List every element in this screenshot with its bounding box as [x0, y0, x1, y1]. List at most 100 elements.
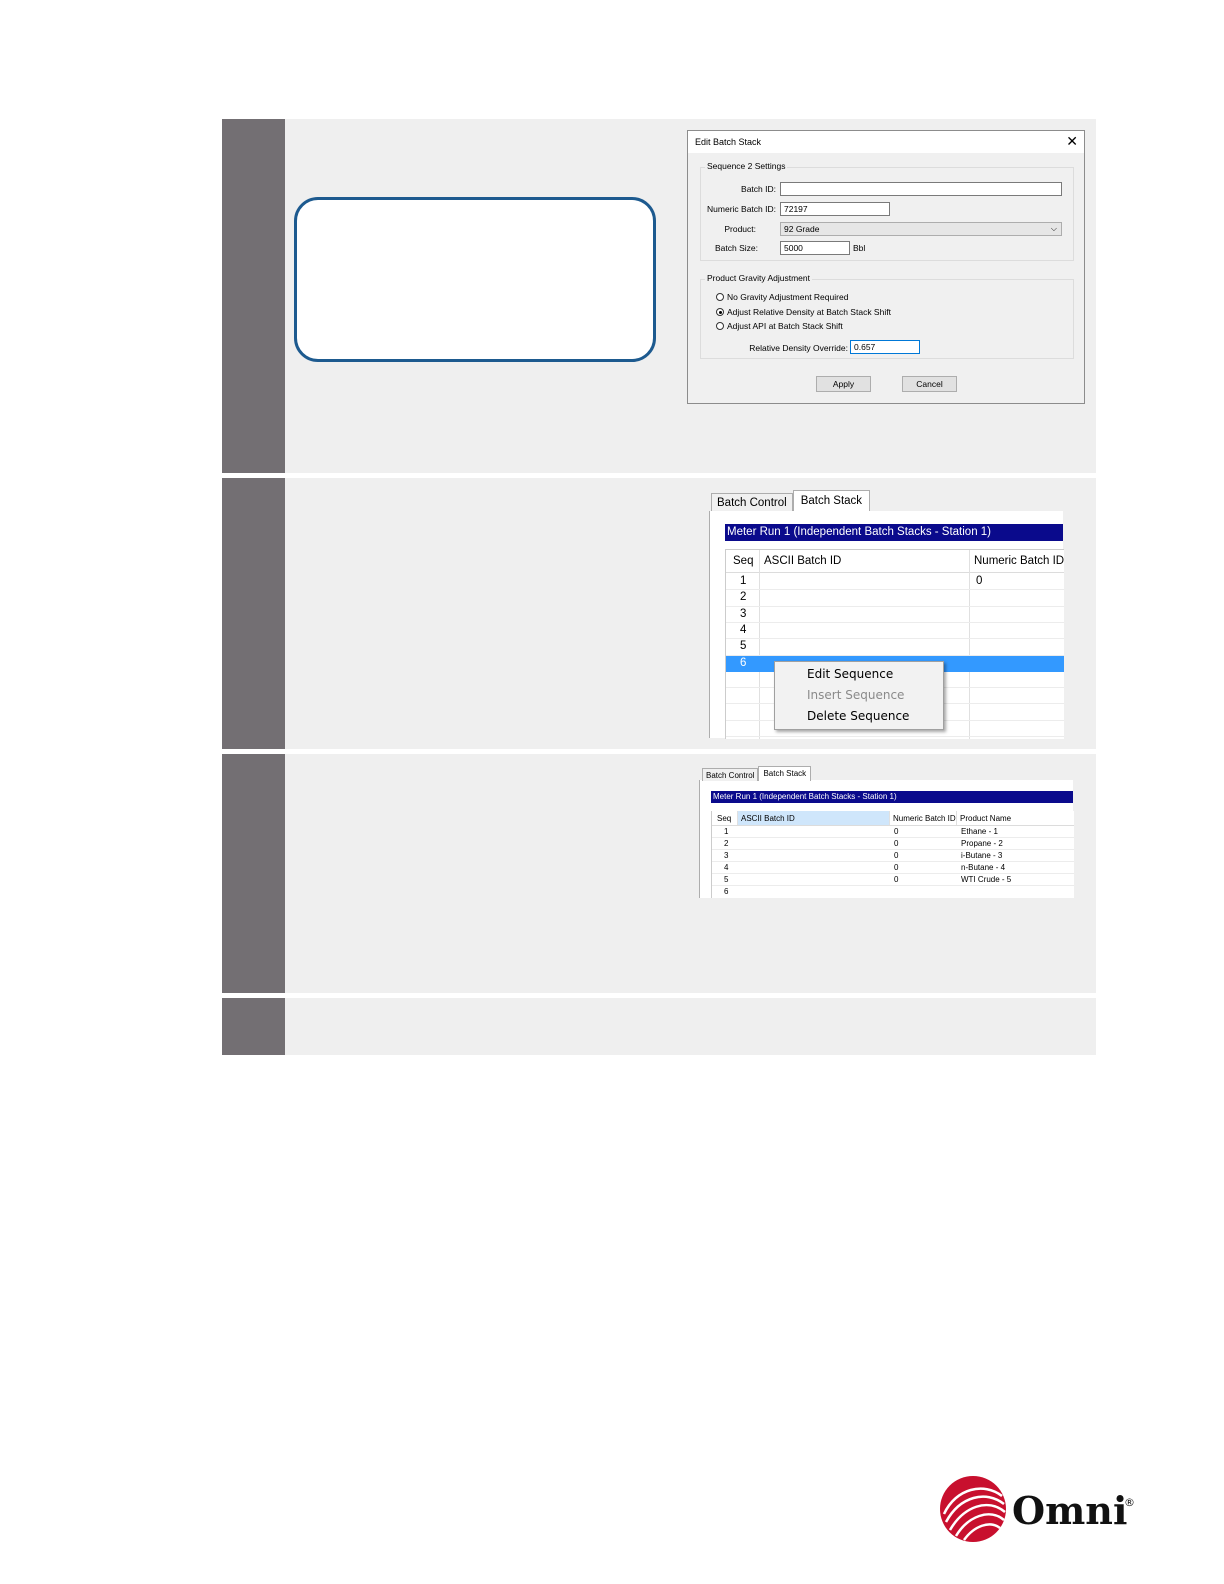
numeric-batch-id-cell: 0 [894, 863, 899, 872]
batch-size-input[interactable]: 5000 [780, 241, 850, 255]
numeric-batch-id-input[interactable]: 72197 [780, 202, 890, 216]
radio-button-selected [716, 308, 724, 316]
numeric-batch-id-cell: 0 [894, 827, 899, 836]
product-name-cell: n-Butane - 4 [961, 863, 1006, 872]
column-header-seq[interactable]: Seq [717, 814, 731, 823]
step-row-4 [222, 998, 1096, 1055]
panel-border [699, 780, 700, 898]
column-header-ascii-batch-id[interactable]: ASCII Batch ID [764, 555, 841, 567]
tab-batch-control[interactable]: Batch Control [702, 768, 759, 781]
row-divider [726, 736, 1064, 737]
step-sidebar [222, 478, 285, 749]
table-row[interactable]: 5 0 WTI Crude - 5 [712, 874, 1074, 886]
product-label: Product: [724, 224, 756, 234]
tab-batch-stack[interactable]: Batch Stack [792, 490, 871, 511]
column-header-numeric-batch-id[interactable]: Numeric Batch ID [893, 814, 956, 823]
meter-run-title: Meter Run 1 (Independent Batch Stacks - … [713, 792, 897, 801]
table-row[interactable]: 10 [726, 574, 1064, 590]
column-header-product-name[interactable]: Product Name [960, 814, 1011, 823]
column-header-ascii-batch-id[interactable]: ASCII Batch ID [741, 814, 795, 823]
column-divider [737, 811, 738, 825]
meter-run-title-bar: Meter Run 1 (Independent Batch Stacks - … [711, 791, 1073, 803]
table-row[interactable]: 4 [726, 623, 1064, 639]
radio-label: No Gravity Adjustment Required [727, 292, 849, 302]
product-name-cell: i-Butane - 3 [961, 851, 1003, 860]
seq-cell: 6 [740, 656, 747, 669]
close-icon[interactable]: ✕ [1066, 133, 1078, 149]
radio-label: Adjust Relative Density at Batch Stack S… [727, 307, 891, 317]
tab-batch-stack[interactable]: Batch Stack [758, 766, 812, 781]
panel-border [709, 511, 710, 738]
seq-cell: 3 [740, 607, 747, 620]
column-header-numeric-batch-id[interactable]: Numeric Batch ID [974, 555, 1064, 567]
radio-button [716, 293, 724, 301]
tab-bar: Batch Control Batch Stack [711, 490, 871, 511]
radio-label: Adjust API at Batch Stack Shift [727, 321, 843, 331]
menu-item-edit-sequence[interactable]: Edit Sequence [807, 667, 893, 681]
batch-id-label: Batch ID: [741, 184, 776, 194]
tab-label: Batch Control [706, 771, 755, 780]
column-header-seq[interactable]: Seq [733, 555, 753, 567]
seq-cell: 3 [724, 851, 729, 860]
menu-item-delete-sequence[interactable]: Delete Sequence [807, 709, 909, 723]
seq-cell: 2 [740, 591, 747, 604]
relative-density-override-input[interactable]: 0.657 [850, 340, 920, 354]
step-sidebar [222, 754, 285, 993]
table-row[interactable]: 6 [712, 886, 1074, 898]
seq-cell: 2 [724, 839, 729, 848]
batch-stack-grid: Seq ASCII Batch ID Numeric Batch ID Prod… [711, 811, 1074, 898]
table-row[interactable]: 5 [726, 639, 1064, 655]
edit-batch-stack-dialog: Edit Batch Stack ✕ Sequence 2 Settings B… [687, 130, 1085, 404]
table-row[interactable]: 2 0 Propane - 2 [712, 838, 1074, 850]
numeric-batch-id-label: Numeric Batch ID: [707, 204, 776, 214]
product-select-value: 92 Grade [784, 224, 820, 234]
logo-wordmark: Omni [1012, 1488, 1128, 1533]
table-row[interactable]: 3 0 i-Butane - 3 [712, 850, 1074, 862]
batch-size-unit: Bbl [853, 243, 866, 253]
radio-adjust-relative-density[interactable]: Adjust Relative Density at Batch Stack S… [716, 307, 891, 317]
menu-item-insert-sequence: Insert Sequence [807, 688, 905, 702]
dialog-title: Edit Batch Stack [695, 137, 762, 147]
batch-size-label: Batch Size: [715, 243, 758, 253]
numeric-batch-id-cell: 0 [894, 875, 899, 884]
batch-stack-screenshot-2: Batch Control Batch Stack Meter Run 1 (I… [699, 765, 1074, 898]
callout-box [294, 197, 656, 362]
apply-button[interactable]: Apply [816, 376, 871, 392]
radio-button [716, 322, 724, 330]
table-row[interactable]: 2 [726, 590, 1064, 606]
numeric-batch-id-cell: 0 [894, 851, 899, 860]
cancel-button[interactable]: Cancel [902, 376, 957, 392]
radio-no-gravity-adjustment[interactable]: No Gravity Adjustment Required [716, 292, 848, 302]
seq-cell: 1 [740, 575, 747, 587]
meter-run-title-bar: Meter Run 1 (Independent Batch Stacks - … [725, 524, 1063, 541]
omni-logo: Omni ® [938, 1474, 1138, 1544]
seq-cell: 5 [724, 875, 729, 884]
step-sidebar [222, 998, 285, 1055]
tab-label: Batch Control [717, 497, 787, 509]
seq-cell: 5 [740, 640, 747, 653]
registered-mark: ® [1124, 1496, 1135, 1509]
numeric-batch-id-cell: 0 [894, 839, 899, 848]
batch-stack-screenshot-1: Batch Control Batch Stack Meter Run 1 (I… [709, 488, 1064, 739]
seq-cell: 1 [724, 827, 729, 836]
table-row[interactable]: 1 0 Ethane - 1 [712, 826, 1074, 838]
context-menu: Edit Sequence Insert Sequence Delete Seq… [774, 661, 944, 730]
group-title: Sequence 2 Settings [705, 161, 788, 171]
seq-cell: 6 [724, 887, 729, 896]
dialog-titlebar: Edit Batch Stack ✕ [688, 131, 1084, 153]
batch-id-input[interactable] [780, 182, 1062, 196]
product-name-cell: Ethane - 1 [961, 827, 998, 836]
product-name-cell: Propane - 2 [961, 839, 1003, 848]
meter-run-title: Meter Run 1 (Independent Batch Stacks - … [727, 526, 992, 538]
radio-adjust-api[interactable]: Adjust API at Batch Stack Shift [716, 321, 843, 331]
tab-bar: Batch Control Batch Stack [702, 766, 812, 781]
tab-batch-control[interactable]: Batch Control [711, 493, 793, 511]
group-title: Product Gravity Adjustment [705, 273, 812, 283]
tab-label: Batch Stack [763, 769, 807, 778]
product-select[interactable]: 92 Grade ⌵ [780, 222, 1062, 236]
table-row[interactable]: 4 0 n-Butane - 4 [712, 862, 1074, 874]
numeric-batch-id-cell: 0 [976, 575, 983, 587]
column-divider [889, 811, 890, 825]
table-row[interactable]: 3 [726, 607, 1064, 623]
seq-cell: 4 [724, 863, 729, 872]
